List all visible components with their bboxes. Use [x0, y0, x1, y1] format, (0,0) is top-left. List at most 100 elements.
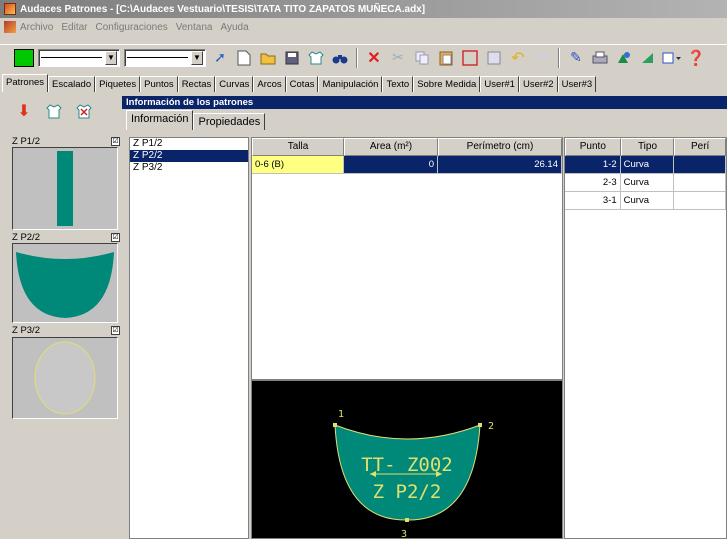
punto-cell[interactable]: 1-2 [565, 156, 621, 173]
perimetro-cell[interactable] [674, 156, 727, 173]
measure-icon[interactable] [638, 48, 658, 68]
paste-icon[interactable] [436, 48, 456, 68]
point-label: 3 [401, 529, 407, 539]
info-tabs: Información Propiedades [126, 110, 266, 130]
document-icon[interactable] [4, 21, 16, 33]
column-header-perimetro[interactable]: Perímetro (cm) [438, 138, 562, 156]
layers-icon[interactable] [662, 48, 682, 68]
point-marker[interactable] [478, 423, 482, 427]
menu-configuraciones[interactable]: Configuraciones [95, 22, 167, 33]
point-label: 1 [338, 409, 344, 420]
point-marker[interactable] [333, 423, 337, 427]
piece-visible-checkbox[interactable]: ☑ [111, 325, 120, 335]
menu-bar: Archivo Editar Configuraciones Ventana A… [0, 18, 727, 36]
undo-icon[interactable]: ↶ [508, 48, 528, 68]
tab-manipulacion[interactable]: Manipulación [318, 76, 383, 92]
list-item[interactable]: Z P3/2 [130, 162, 248, 174]
list-item[interactable]: Z P1/2 [130, 138, 248, 150]
shirt-delete-icon[interactable] [74, 101, 94, 121]
piece-thumbnail[interactable] [12, 243, 118, 323]
piece-name: Z P1/2 [12, 135, 40, 147]
toolbar: ▼ ▼ ➚ ✕ ✂ ↶ ↷ ✎ ❓ [0, 44, 727, 70]
title-bar: Audaces Patrones - [C:\Audaces Vestuario… [0, 0, 727, 18]
binoculars-icon[interactable] [330, 48, 350, 68]
info-header: Información de los patrones [122, 96, 727, 109]
piece-header: Z P2/2 ☑ [12, 231, 120, 243]
table-row[interactable]: 3-1 Curva [565, 192, 727, 210]
table-row[interactable]: 2-3 Curva [565, 174, 727, 192]
tab-sobre-medida[interactable]: Sobre Medida [413, 76, 481, 92]
column-header-perimetro[interactable]: Perí [674, 138, 726, 156]
color-picker[interactable] [14, 48, 34, 67]
properties-icon[interactable] [484, 48, 504, 68]
line-style-combo[interactable]: ▼ [38, 48, 120, 67]
perimetro-cell[interactable]: 26.14 [438, 156, 562, 173]
tab-user3[interactable]: User#3 [557, 76, 597, 92]
tab-rectas[interactable]: Rectas [177, 76, 216, 92]
piece-name: Z P2/2 [12, 231, 40, 243]
help-icon[interactable]: ❓ [686, 48, 706, 68]
tab-arcos[interactable]: Arcos [253, 76, 286, 92]
pieces-toolbar: ⬇ [0, 92, 122, 130]
tipo-cell[interactable]: Curva [621, 156, 675, 173]
tab-patrones[interactable]: Patrones [2, 74, 49, 92]
tab-puntos[interactable]: Puntos [140, 76, 178, 92]
table-row[interactable]: 1-2 Curva [565, 156, 727, 174]
piece-visible-checkbox[interactable]: ☑ [111, 136, 120, 146]
piece-preview-canvas[interactable]: 1 2 3 TT- Z002 Z P2/2 [251, 380, 563, 539]
column-header-area[interactable]: Area (m²) [344, 138, 438, 156]
column-header-punto[interactable]: Punto [565, 138, 621, 156]
tab-texto[interactable]: Texto [382, 76, 414, 92]
redo-icon[interactable]: ↷ [532, 48, 552, 68]
select-area-icon[interactable] [460, 48, 480, 68]
chevron-down-icon[interactable]: ▼ [105, 50, 117, 65]
shirt-icon[interactable] [306, 48, 326, 68]
punto-cell[interactable]: 3-1 [565, 192, 621, 209]
tab-curvas[interactable]: Curvas [215, 76, 254, 92]
piece-thumbnail[interactable] [12, 337, 118, 419]
tab-informacion[interactable]: Información [126, 110, 194, 130]
menu-ventana[interactable]: Ventana [176, 22, 213, 33]
save-icon[interactable] [282, 48, 302, 68]
print-icon[interactable] [590, 48, 610, 68]
pieces-panel: ⬇ Z P1/2 ☑ Z P2/2 ☑ Z P3/2 ☑ [0, 92, 122, 539]
column-header-tipo[interactable]: Tipo [620, 138, 675, 156]
tipo-cell[interactable]: Curva [621, 174, 675, 191]
chevron-down-icon[interactable]: ▼ [191, 50, 203, 65]
cut-icon[interactable]: ✂ [388, 48, 408, 68]
tab-escalado[interactable]: Escalado [48, 76, 96, 92]
points-table: Punto Tipo Perí 1-2 Curva 2-3 Curva 3-1 … [564, 137, 727, 539]
menu-ayuda[interactable]: Ayuda [220, 22, 248, 33]
line-width-combo[interactable]: ▼ [124, 48, 206, 67]
column-header-talla[interactable]: Talla [252, 138, 344, 156]
perimetro-cell[interactable] [674, 174, 727, 191]
area-cell[interactable]: 0 [344, 156, 438, 173]
shirt-icon[interactable] [44, 101, 64, 121]
menu-editar[interactable]: Editar [61, 22, 87, 33]
module-tabs: Patrones Escalado Piquetes Puntos Rectas… [0, 74, 727, 92]
tab-propiedades[interactable]: Propiedades [193, 113, 266, 130]
point-marker[interactable] [405, 518, 409, 522]
tab-user2[interactable]: User#2 [518, 76, 558, 92]
list-item[interactable]: Z P2/2 [130, 150, 248, 162]
copy-icon[interactable] [412, 48, 432, 68]
pointer-icon[interactable]: ➚ [210, 48, 230, 68]
tipo-cell[interactable]: Curva [621, 192, 675, 209]
tab-cotas[interactable]: Cotas [285, 76, 319, 92]
punto-cell[interactable]: 2-3 [565, 174, 621, 191]
perimetro-cell[interactable] [674, 192, 727, 209]
plot-icon[interactable] [614, 48, 634, 68]
pencil-icon[interactable]: ✎ [566, 48, 586, 68]
point-label: 2 [488, 421, 494, 432]
talla-cell[interactable]: 0-6 (B) [252, 156, 344, 173]
piece-thumbnail[interactable] [12, 147, 118, 230]
piece-visible-checkbox[interactable]: ☑ [111, 232, 120, 242]
tab-user1[interactable]: User#1 [480, 76, 519, 92]
table-row[interactable]: 0-6 (B) 0 26.14 [252, 156, 562, 174]
arrow-down-icon[interactable]: ⬇ [14, 101, 34, 121]
open-folder-icon[interactable] [258, 48, 278, 68]
menu-archivo[interactable]: Archivo [20, 22, 53, 33]
tab-piquetes[interactable]: Piquetes [95, 76, 141, 92]
delete-icon[interactable]: ✕ [364, 48, 384, 68]
new-file-icon[interactable] [234, 48, 254, 68]
